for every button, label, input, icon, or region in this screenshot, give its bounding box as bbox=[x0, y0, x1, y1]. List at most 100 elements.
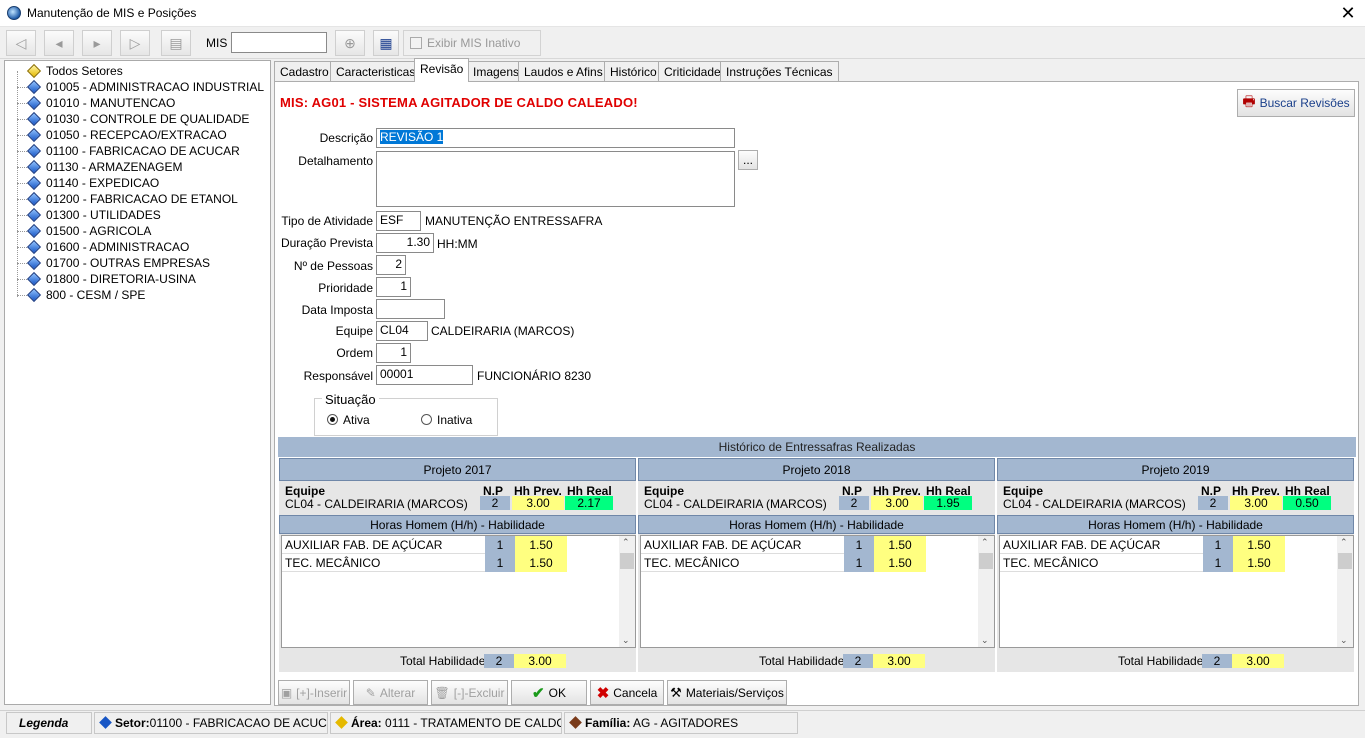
skills-list[interactable]: AUXILIAR FAB. DE AÇÚCAR 1 1.50 TEC. MECÂNIC… bbox=[281, 535, 636, 648]
last-record-icon[interactable]: ▷ bbox=[120, 30, 150, 56]
first-record-icon[interactable]: ◁ bbox=[6, 30, 36, 56]
sector-tree[interactable]: Todos Setores 01005 - ADMINISTRACAO INDU… bbox=[4, 60, 271, 705]
project-title: Projeto 2017 bbox=[279, 458, 636, 481]
responsavel-field[interactable]: 00001 bbox=[376, 365, 473, 385]
tab-revisao[interactable]: Revisão bbox=[414, 58, 470, 82]
materiais-servicos-button[interactable]: ⚒ Materiais/Serviços bbox=[667, 680, 787, 705]
cancela-button[interactable]: ✖ Cancela bbox=[590, 680, 664, 705]
alterar-button[interactable]: ✎ Alterar bbox=[353, 680, 428, 705]
scroll-down-icon[interactable]: ⌄ bbox=[981, 635, 989, 646]
skill-hours: 1.50 bbox=[515, 536, 567, 554]
project-panel: Projeto 2018 Equipe N.P Hh Prev. Hh Real CL04… bbox=[638, 458, 995, 672]
tipo-label: Tipo de Atividade bbox=[281, 214, 373, 228]
tab-laudos[interactable]: Laudos e Afins bbox=[518, 61, 609, 82]
sector-icon bbox=[26, 175, 42, 191]
scroll-thumb[interactable] bbox=[979, 553, 993, 569]
pessoas-field[interactable]: 2 bbox=[376, 255, 406, 275]
tree-item-sector[interactable]: 01100 - FABRICACAO DE ACUCAR bbox=[5, 143, 260, 159]
calculator-icon[interactable]: ▦ bbox=[373, 30, 399, 56]
excluir-button[interactable]: 🗑 [-]-Excluir bbox=[431, 680, 508, 705]
historico-title: Histórico de Entressafras Realizadas bbox=[278, 437, 1356, 457]
tree-item-sector[interactable]: 01030 - CONTROLE DE QUALIDADE bbox=[5, 111, 260, 127]
tree-item-sector[interactable]: 01010 - MANUTENCAO bbox=[5, 95, 260, 111]
folder-root-icon bbox=[26, 63, 42, 79]
project-hh-prev: 3.00 bbox=[512, 496, 564, 510]
duracao-field[interactable]: 1.30 bbox=[376, 233, 434, 253]
situacao-label: Situação bbox=[322, 392, 379, 407]
print-icon[interactable]: ▤ bbox=[161, 30, 191, 56]
ativa-radio[interactable] bbox=[327, 414, 338, 425]
tree-item-sector[interactable]: 01130 - ARMAZENAGEM bbox=[5, 159, 260, 175]
skills-scrollbar[interactable]: ⌃ ⌄ bbox=[619, 536, 635, 647]
tree-item-sector[interactable]: 01600 - ADMINISTRACAO bbox=[5, 239, 260, 255]
tree-item-sector[interactable]: 01140 - EXPEDICAO bbox=[5, 175, 260, 191]
scroll-up-icon[interactable]: ⌃ bbox=[1340, 537, 1348, 548]
tree-item-sector[interactable]: 01700 - OUTRAS EMPRESAS bbox=[5, 255, 260, 271]
scroll-up-icon[interactable]: ⌃ bbox=[622, 537, 630, 548]
project-np: 2 bbox=[839, 496, 869, 510]
duracao-unit: HH:MM bbox=[437, 237, 478, 251]
sector-icon bbox=[26, 271, 42, 287]
skill-hours: 1.50 bbox=[874, 554, 926, 572]
skills-title: Horas Homem (H/h) - Habilidade bbox=[638, 515, 995, 534]
skills-scrollbar[interactable]: ⌃ ⌄ bbox=[1337, 536, 1353, 647]
detalhamento-expand-button[interactable]: ... bbox=[738, 150, 758, 170]
equipe-field[interactable]: CL04 bbox=[376, 321, 428, 341]
data-imposta-field[interactable] bbox=[376, 299, 445, 319]
tab-historico[interactable]: Histórico bbox=[604, 61, 663, 82]
skills-list[interactable]: AUXILIAR FAB. DE AÇÚCAR 1 1.50 TEC. MECÂNIC… bbox=[999, 535, 1354, 648]
tree-item-sector[interactable]: 01300 - UTILIDADES bbox=[5, 207, 260, 223]
sector-icon bbox=[26, 79, 42, 95]
show-inactive-checkbox[interactable] bbox=[410, 37, 422, 49]
total-count: 2 bbox=[484, 654, 514, 668]
ok-button[interactable]: ✔ OK bbox=[511, 680, 587, 705]
prioridade-field[interactable]: 1 bbox=[376, 277, 411, 297]
tree-root[interactable]: Todos Setores bbox=[5, 63, 255, 79]
sector-icon bbox=[26, 223, 42, 239]
equipe-label: Equipe bbox=[335, 324, 373, 338]
inserir-button[interactable]: ▣ [+]-Inserir bbox=[278, 680, 350, 705]
tab-criticidade[interactable]: Criticidade bbox=[658, 61, 727, 82]
tree-item-sector[interactable]: 01050 - RECEPCAO/EXTRACAO bbox=[5, 127, 260, 143]
tipo-field[interactable]: ESF bbox=[376, 211, 421, 231]
sector-icon bbox=[26, 143, 42, 159]
tab-cadastro[interactable]: Cadastro bbox=[274, 61, 335, 82]
scroll-down-icon[interactable]: ⌄ bbox=[622, 635, 630, 646]
detalhamento-field[interactable] bbox=[376, 151, 735, 207]
tree-item-sector[interactable]: 01005 - ADMINISTRACAO INDUSTRIAL bbox=[5, 79, 264, 95]
project-panel: Projeto 2019 Equipe N.P Hh Prev. Hh Real CL04… bbox=[997, 458, 1354, 672]
skill-hours: 1.50 bbox=[1233, 554, 1285, 572]
ordem-field[interactable]: 1 bbox=[376, 343, 411, 363]
previous-record-icon[interactable]: ◂ bbox=[44, 30, 74, 56]
scroll-thumb[interactable] bbox=[1338, 553, 1352, 569]
next-record-icon[interactable]: ▸ bbox=[82, 30, 112, 56]
skill-name: AUXILIAR FAB. DE AÇÚCAR bbox=[1000, 536, 1203, 554]
mis-input[interactable] bbox=[231, 32, 327, 53]
setor-icon bbox=[99, 716, 112, 729]
tree-item-sector[interactable]: 01800 - DIRETORIA-USINA bbox=[5, 271, 260, 287]
skills-list[interactable]: AUXILIAR FAB. DE AÇÚCAR 1 1.50 TEC. MECÂNIC… bbox=[640, 535, 995, 648]
tab-caracteristicas[interactable]: Caracteristicas bbox=[330, 61, 422, 82]
skills-scrollbar[interactable]: ⌃ ⌄ bbox=[978, 536, 994, 647]
buscar-revisoes-button[interactable]: 🖶 Buscar Revisões bbox=[1237, 89, 1355, 117]
sector-icon bbox=[26, 159, 42, 175]
edit-icon: ✎ bbox=[365, 685, 376, 700]
responsavel-description: FUNCIONÁRIO 8230 bbox=[477, 369, 592, 383]
skill-name: TEC. MECÂNICO bbox=[641, 554, 844, 572]
skills-title: Horas Homem (H/h) - Habilidade bbox=[279, 515, 636, 534]
search-icon[interactable]: ⊕ bbox=[335, 30, 365, 56]
project-title: Projeto 2019 bbox=[997, 458, 1354, 481]
tab-imagens[interactable]: Imagens bbox=[467, 61, 526, 82]
inativa-radio[interactable] bbox=[421, 414, 432, 425]
tree-item-sector[interactable]: 01200 - FABRICACAO DE ETANOL bbox=[5, 191, 260, 207]
close-icon[interactable]: ✕ bbox=[1336, 1, 1360, 25]
tipo-description: MANUTENÇÃO ENTRESSAFRA bbox=[425, 214, 603, 228]
tab-instrucoes[interactable]: Instruções Técnicas bbox=[720, 61, 839, 82]
tree-item-sector[interactable]: 800 - CESM / SPE bbox=[5, 287, 260, 303]
tree-item-sector[interactable]: 01500 - AGRICOLA bbox=[5, 223, 260, 239]
descricao-field[interactable]: REVISÃO 1 bbox=[376, 128, 735, 148]
scroll-thumb[interactable] bbox=[620, 553, 634, 569]
scroll-up-icon[interactable]: ⌃ bbox=[981, 537, 989, 548]
scroll-down-icon[interactable]: ⌄ bbox=[1340, 635, 1348, 646]
project-panel: Projeto 2017 Equipe N.P Hh Prev. Hh Real CL04… bbox=[279, 458, 636, 672]
